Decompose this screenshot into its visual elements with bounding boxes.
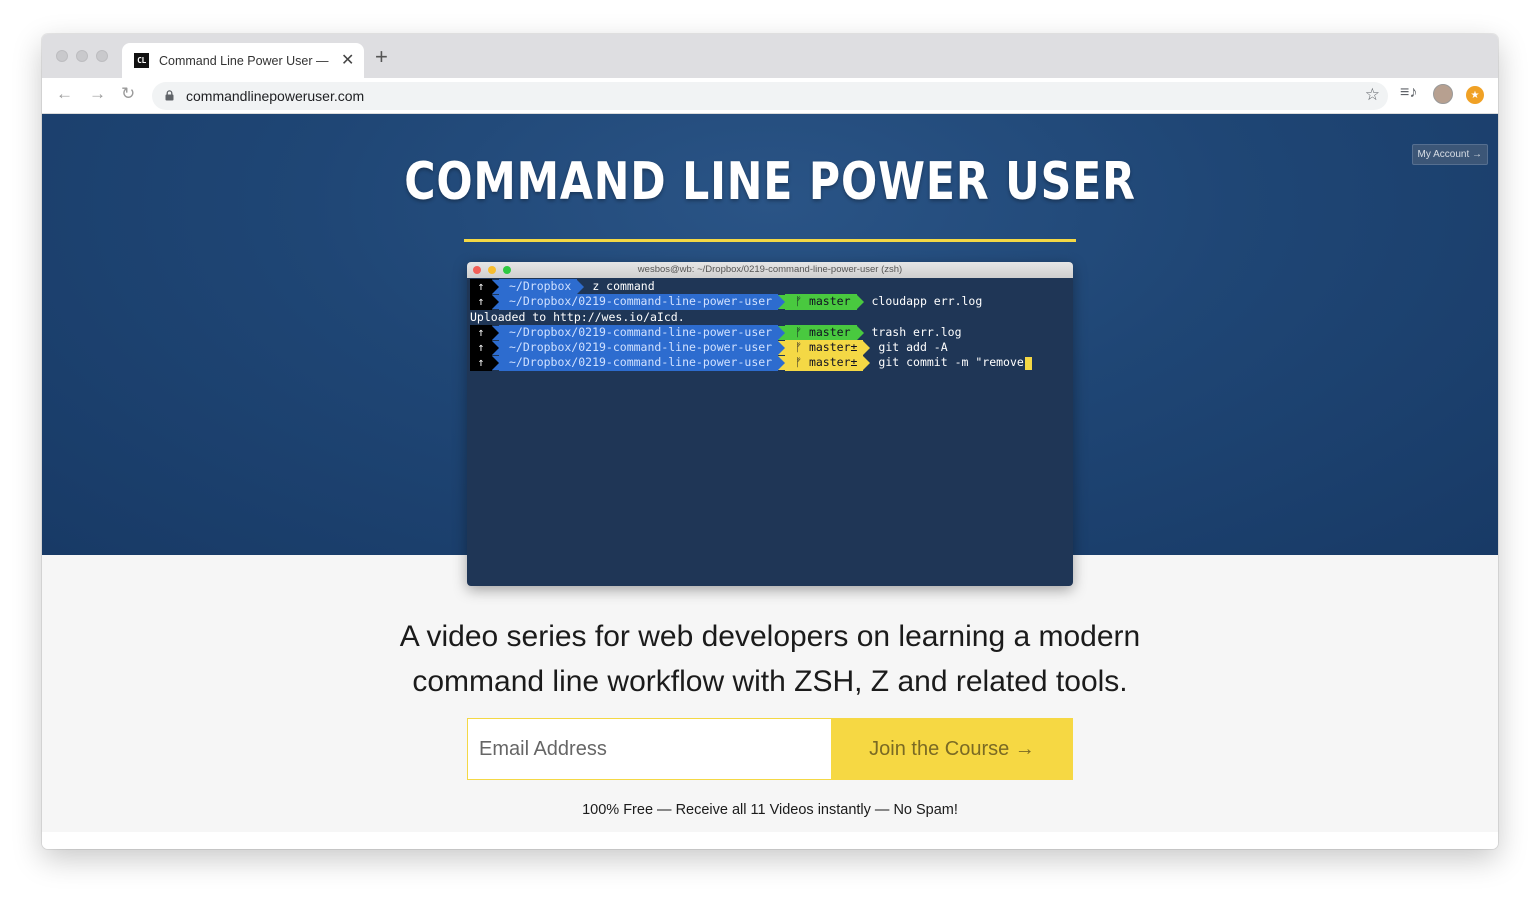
terminal-line: ↑ ~/Dropbox/0219-command-line-power-user ᚠ… <box>470 324 1070 341</box>
prompt-command: z command <box>592 279 655 293</box>
my-account-button[interactable]: My Account → <box>1411 144 1488 165</box>
page-content: My Account → COMMAND LINE POWER USER wes… <box>42 114 1498 849</box>
terminal-line: ↑ ~/Dropbox/0219-command-line-power-user ᚠ… <box>470 340 1070 356</box>
git-branch-icon: ᚠ <box>795 355 803 370</box>
terminal-titlebar: wesbos@wb: ~/Dropbox/0219-command-line-p… <box>467 262 1073 278</box>
reload-icon[interactable]: ↻ <box>121 85 135 102</box>
forward-arrow-icon[interactable]: → <box>89 85 106 102</box>
prompt-command: git commit -m "remove <box>878 355 1024 370</box>
tagline-line-2: command line workflow with ZSH, Z and re… <box>412 665 1128 698</box>
prompt-path: ~/Dropbox/0219-command-line-power-user <box>499 355 779 371</box>
git-branch-icon: ᚠ <box>795 340 803 355</box>
terminal-line: Uploaded to http://wes.io/aIcd. <box>470 310 1070 325</box>
back-arrow-icon[interactable]: ← <box>56 85 73 102</box>
signup-fineprint: 100% Free — Receive all 11 Videos instan… <box>582 802 958 818</box>
terminal-window: wesbos@wb: ~/Dropbox/0219-command-line-p… <box>467 262 1073 586</box>
terminal-output: Uploaded to http://wes.io/aIcd. <box>470 309 685 324</box>
terminal-line: ↑ ~/Dropbox z command <box>470 279 1070 295</box>
prompt-command: trash err.log <box>871 324 962 339</box>
tab-strip: CL Command Line Power User — ✕ + <box>42 34 1498 78</box>
bookmark-star-icon[interactable]: ☆ <box>1365 85 1380 105</box>
minimize-window-button[interactable] <box>76 50 88 62</box>
browser-toolbar: ← → ↻ commandlinepoweruser.com ☆ ≡♪ ★ <box>42 78 1498 114</box>
terminal-line: ↑ ~/Dropbox/0219-command-line-power-user ᚠ… <box>470 355 1070 371</box>
prompt-arrow-icon: ↑ <box>470 294 492 310</box>
git-branch-name: master <box>808 324 851 339</box>
email-field[interactable] <box>467 718 831 780</box>
tab-title: Command Line Power User — <box>159 53 329 68</box>
terminal-line: ↑ ~/Dropbox/0219-command-line-power-user ᚠ… <box>470 294 1070 310</box>
extension-icon[interactable]: ★ <box>1466 86 1484 104</box>
git-branch-segment: ᚠ master <box>785 324 857 341</box>
close-window-button[interactable] <box>56 50 68 62</box>
git-branch-name: master± <box>808 355 858 370</box>
prompt-arrow-icon: ↑ <box>470 355 492 371</box>
signup-form: Join the Course → <box>467 718 1073 780</box>
browser-window: CL Command Line Power User — ✕ + ← → ↻ c… <box>42 34 1498 849</box>
git-branch-icon: ᚠ <box>795 324 803 339</box>
url-text: commandlinepoweruser.com <box>186 88 365 104</box>
tagline: A video series for web developers on lea… <box>342 614 1198 704</box>
terminal-title: wesbos@wb: ~/Dropbox/0219-command-line-p… <box>637 264 903 275</box>
page-bottom-band <box>42 832 1498 849</box>
prompt-path: ~/Dropbox <box>499 279 578 295</box>
prompt-path: ~/Dropbox/0219-command-line-power-user <box>499 340 779 356</box>
profile-avatar[interactable] <box>1433 84 1453 104</box>
prompt-path: ~/Dropbox/0219-command-line-power-user <box>499 324 779 341</box>
zoom-window-button[interactable] <box>96 50 108 62</box>
git-branch-icon: ᚠ <box>795 294 803 309</box>
address-bar[interactable]: commandlinepoweruser.com ☆ <box>152 82 1388 110</box>
lock-icon <box>165 90 174 101</box>
git-branch-segment: ᚠ master <box>785 294 857 310</box>
join-course-button[interactable]: Join the Course → <box>831 718 1073 780</box>
site-favicon-icon: CL <box>134 53 149 68</box>
prompt-arrow-icon: ↑ <box>470 324 492 341</box>
git-branch-segment: ᚠ master± <box>785 355 864 371</box>
git-branch-name: master <box>808 294 851 309</box>
tab-command-line-power-user[interactable]: CL Command Line Power User — ✕ <box>122 43 364 78</box>
prompt-command: cloudapp err.log <box>871 294 983 309</box>
prompt-arrow-icon: ↑ <box>470 279 492 295</box>
media-control-icon[interactable]: ≡♪ <box>1400 84 1417 102</box>
tagline-line-1: A video series for web developers on lea… <box>399 620 1141 653</box>
prompt-arrow-icon: ↑ <box>470 340 492 356</box>
page-title: COMMAND LINE POWER USER <box>404 152 1136 212</box>
new-tab-icon[interactable]: + <box>375 46 388 68</box>
prompt-path: ~/Dropbox/0219-command-line-power-user <box>499 294 779 310</box>
title-underline <box>464 239 1076 242</box>
terminal-cursor <box>1024 356 1032 370</box>
terminal-body: ↑ ~/Dropbox z command ↑ ~/Dropbox/0219-comm… <box>467 278 1073 372</box>
close-tab-icon[interactable]: ✕ <box>341 52 354 69</box>
prompt-command: git add -A <box>878 340 948 355</box>
git-branch-name: master± <box>808 340 858 355</box>
git-branch-segment: ᚠ master± <box>785 340 864 356</box>
